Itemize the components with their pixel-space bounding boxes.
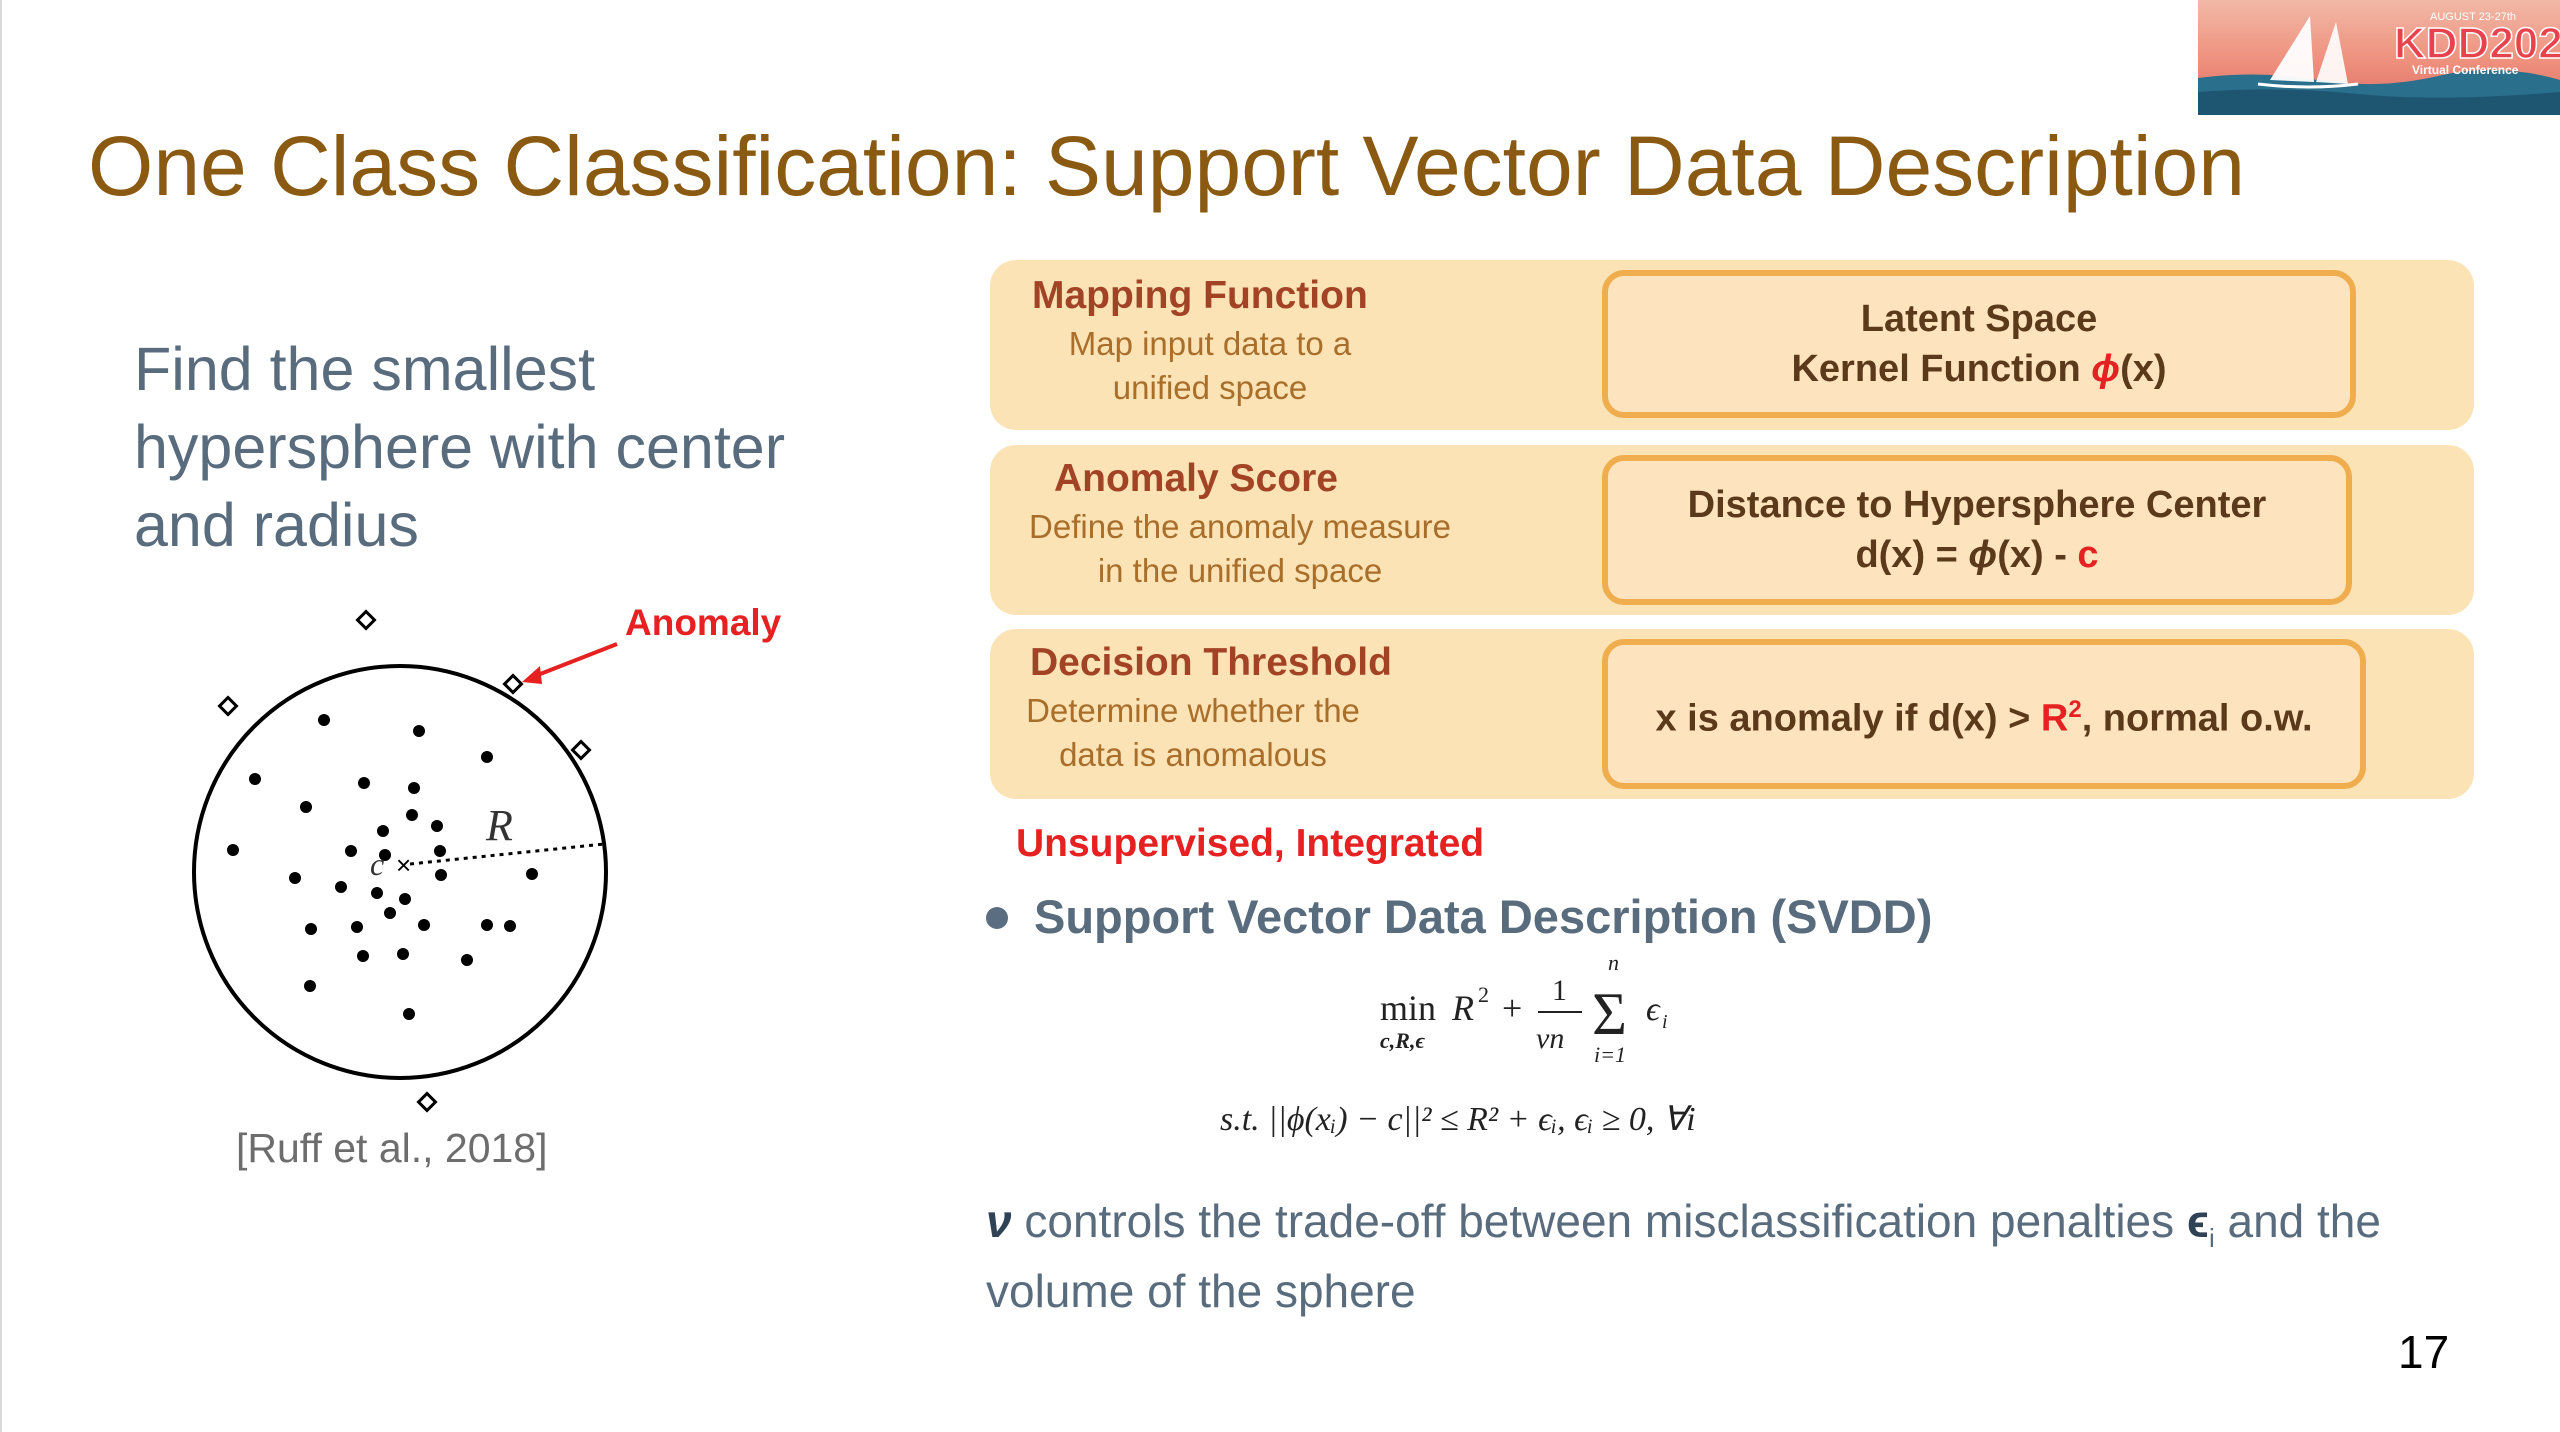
data-point xyxy=(304,980,316,992)
data-point xyxy=(406,809,418,821)
formula-plus: + xyxy=(1502,988,1522,1028)
pipeline-row-decision-threshold: Decision Threshold Determine whether the… xyxy=(990,629,2474,799)
center-marker: × xyxy=(396,850,411,880)
data-point xyxy=(399,893,411,905)
citation: [Ruff et al., 2018] xyxy=(236,1125,548,1171)
logo-subtitle: Virtual Conference xyxy=(2412,63,2519,77)
outlier-diamond xyxy=(217,695,239,717)
page-number: 17 xyxy=(2398,1326,2450,1378)
data-point xyxy=(504,920,516,932)
formula-constraint: s.t. ||ϕ(xᵢ) − c||² ≤ R² + ϵᵢ, ϵᵢ ≥ 0, ∀… xyxy=(1220,1101,1696,1138)
data-point xyxy=(289,872,301,884)
step-title: Decision Threshold xyxy=(1030,641,1392,684)
data-point xyxy=(377,825,389,837)
step-title: Mapping Function xyxy=(1032,274,1368,317)
step-description: Define the anomaly measure in the unifie… xyxy=(1000,505,1480,593)
data-point xyxy=(481,751,493,763)
data-point xyxy=(335,881,347,893)
step-description: Map input data to a unified space xyxy=(1050,322,1370,410)
step-desc-line: Map input data to a xyxy=(1068,325,1352,362)
slide-title: One Class Classification: Support Vector… xyxy=(88,119,2245,213)
slide-left-border xyxy=(0,0,2,1432)
outlier-diamond xyxy=(502,673,524,695)
formula-epsilon: ϵ xyxy=(1646,991,1661,1028)
outlier-diamond xyxy=(416,1091,438,1113)
formula-sum-top: n xyxy=(1608,950,1619,975)
step-box-latent-space: Latent Space Kernel Function ϕ(x) xyxy=(1602,270,2356,418)
data-point xyxy=(403,1008,415,1020)
formula-min: min xyxy=(1380,988,1436,1028)
box-line: Distance to Hypersphere Center xyxy=(1687,484,2267,526)
data-point xyxy=(408,782,420,794)
data-point xyxy=(358,777,370,789)
anomaly-label: Anomaly xyxy=(625,602,782,643)
formula-r-sup: 2 xyxy=(1478,982,1489,1007)
step-title: Anomaly Score xyxy=(1054,457,1338,500)
step-desc-line: unified space xyxy=(1112,369,1308,406)
bullet-icon xyxy=(986,907,1008,929)
svdd-formula: min c,R,ϵ R 2 + 1 νn n Σ i=1 ϵ i s.t. ||… xyxy=(1190,940,1890,1175)
formula-frac-num: 1 xyxy=(1552,974,1567,1007)
intro-text: Find the smallest hypersphere with cente… xyxy=(134,335,786,559)
data-point xyxy=(431,820,443,832)
radius-label: R xyxy=(485,801,513,850)
data-point xyxy=(413,725,425,737)
data-point xyxy=(435,869,447,881)
epsilon-symbol: ϵ xyxy=(2186,1195,2209,1247)
formula-min-subscript: c,R,ϵ xyxy=(1380,1028,1425,1053)
method-tag: Unsupervised, Integrated xyxy=(1016,822,1485,865)
step-desc-line: in the unified space xyxy=(1097,552,1383,589)
step-box-distance: Distance to Hypersphere Center d(x) = ϕ(… xyxy=(1602,455,2352,605)
formula-sum-bottom: i=1 xyxy=(1594,1042,1626,1067)
data-point xyxy=(357,950,369,962)
data-point xyxy=(249,773,261,785)
phi-symbol: ϕ xyxy=(1968,534,1998,576)
data-point xyxy=(526,868,538,880)
logo-name: KDD2020 xyxy=(2394,19,2560,68)
bullet-heading: Support Vector Data Description (SVDD) xyxy=(1034,890,1933,943)
data-point xyxy=(434,845,446,857)
box-line: Latent Space xyxy=(1860,298,2098,340)
data-point xyxy=(481,919,493,931)
phi-symbol: ϕ xyxy=(2091,348,2121,390)
center-symbol: c xyxy=(2077,534,2099,576)
formula-frac-den: νn xyxy=(1536,1022,1564,1055)
kdd2020-logo: AUGUST 23-27th KDD2020 Virtual Conferenc… xyxy=(2198,0,2560,115)
center-label: c xyxy=(370,846,384,882)
step-desc-line: data is anomalous xyxy=(1059,736,1327,773)
step-box-threshold: x is anomaly if d(x) > R2, normal o.w. xyxy=(1602,639,2366,789)
data-point xyxy=(351,921,363,933)
data-point xyxy=(305,923,317,935)
data-point xyxy=(227,844,239,856)
formula-sum: Σ xyxy=(1592,981,1627,1047)
nu-symbol: ν xyxy=(986,1195,1012,1247)
pipeline-row-mapping: Mapping Function Map input data to a uni… xyxy=(990,260,2474,430)
formula-r: R xyxy=(1451,988,1474,1028)
step-desc-line: Determine whether the xyxy=(1026,692,1360,729)
data-point xyxy=(461,954,473,966)
data-point xyxy=(318,714,330,726)
step-desc-line: Define the anomaly measure xyxy=(1029,508,1451,545)
outlier-diamond xyxy=(355,609,377,631)
pipeline-row-anomaly-score: Anomaly Score Define the anomaly measure… xyxy=(990,445,2474,615)
anomaly-arrowhead xyxy=(522,666,542,684)
anomaly-arrow xyxy=(529,642,618,680)
formula-epsilon-sub: i xyxy=(1662,1011,1668,1033)
data-point xyxy=(418,919,430,931)
data-point xyxy=(345,845,357,857)
data-point xyxy=(300,801,312,813)
box-line: d(x) = ϕ(x) - c xyxy=(1855,534,2099,576)
radius-symbol: R xyxy=(2040,697,2069,740)
box-line: x is anomaly if d(x) > R2, normal o.w. xyxy=(1655,695,2313,740)
data-point xyxy=(384,907,396,919)
data-point xyxy=(371,887,383,899)
hypersphere-diagram: × c R Anomaly xyxy=(180,590,820,1135)
step-description: Determine whether the data is anomalous xyxy=(1008,689,1378,777)
box-line: Kernel Function ϕ(x) xyxy=(1791,348,2167,390)
outlier-diamond xyxy=(570,739,592,761)
data-point xyxy=(397,948,409,960)
nu-explanation: ν controls the trade-off between misclas… xyxy=(986,1195,2381,1318)
